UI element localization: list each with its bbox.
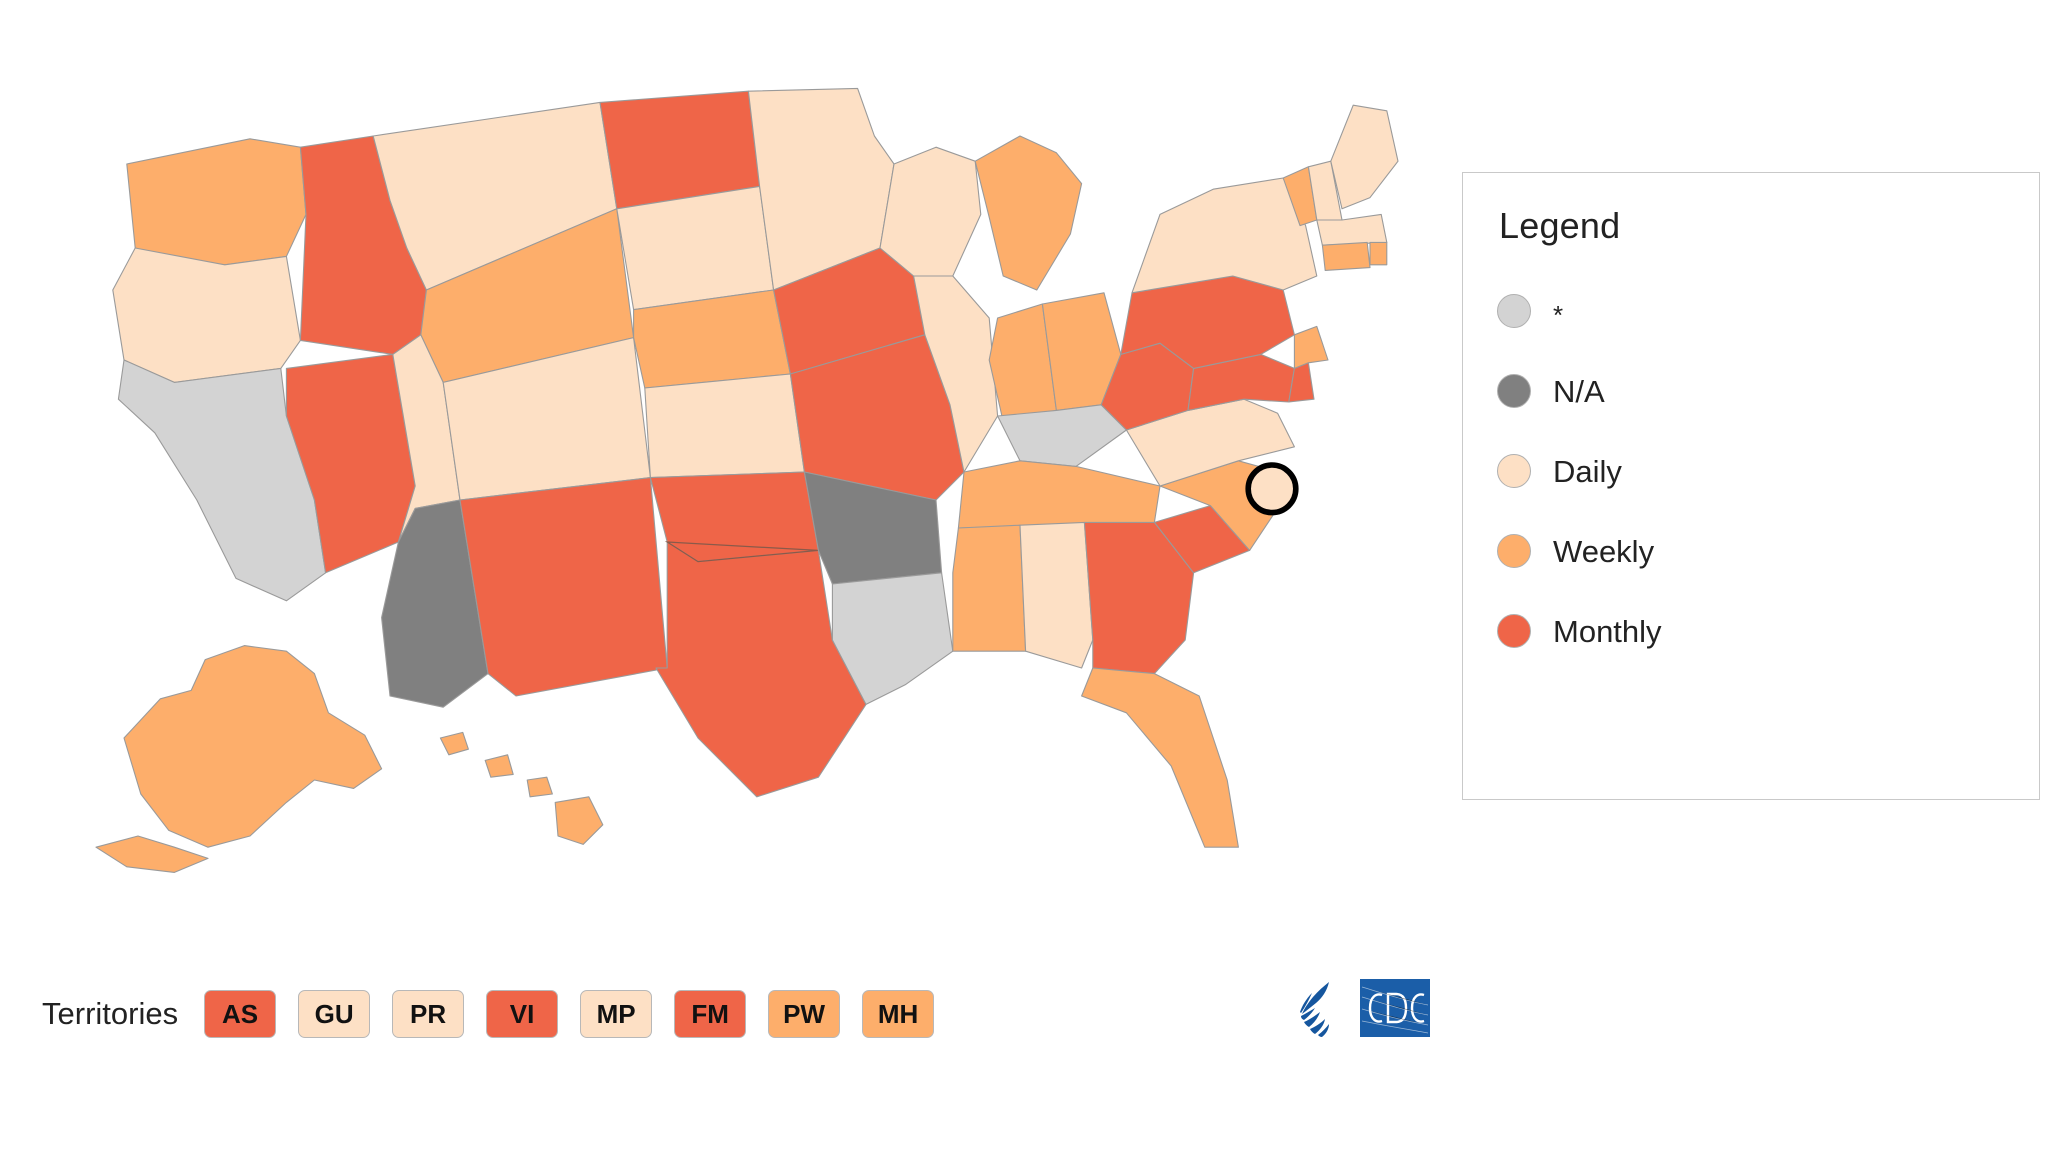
legend-item-list: * N/A Daily Weekly Monthly — [1497, 271, 2029, 671]
territory-code: AS — [222, 998, 259, 1029]
state-AL[interactable] — [1020, 522, 1093, 668]
state-FL[interactable] — [1082, 668, 1239, 847]
legend-label-monthly: Monthly — [1553, 613, 1662, 649]
territory-code: VI — [509, 998, 535, 1029]
territory-code: MH — [877, 998, 919, 1029]
legend-item-daily[interactable]: Daily — [1497, 431, 2029, 511]
cdc-wordmark-logo — [1360, 979, 1430, 1037]
legend-panel: Legend * N/A Daily Weekly Monthly — [1462, 172, 2040, 800]
us-map-svg[interactable] — [40, 80, 1440, 920]
state-HI-2[interactable] — [485, 755, 513, 777]
legend-swatch-na — [1497, 374, 1531, 408]
legend-item-weekly[interactable]: Weekly — [1497, 511, 2029, 591]
state-HI-4[interactable] — [555, 797, 603, 845]
territory-chip-mh[interactable]: MH — [862, 990, 935, 1038]
legend-swatch-monthly — [1497, 614, 1531, 648]
legend-label-na: N/A — [1553, 373, 1605, 409]
territories-row: Territories AS GU PR VI MP FM PW MH — [42, 990, 956, 1038]
cdc-logo — [1288, 978, 1430, 1038]
legend-label-daily: Daily — [1553, 453, 1622, 489]
state-AK-aleutians[interactable] — [96, 836, 208, 872]
territory-chip-mp[interactable]: MP — [580, 990, 653, 1038]
legend-swatch-daily — [1497, 454, 1531, 488]
selected-location-marker[interactable] — [1245, 462, 1299, 516]
state-KS[interactable] — [645, 374, 805, 478]
state-HI-3[interactable] — [527, 777, 552, 797]
territory-chip-vi[interactable]: VI — [486, 990, 559, 1038]
state-AK[interactable] — [124, 646, 382, 848]
state-NJ[interactable] — [1294, 326, 1328, 368]
territory-chip-as[interactable]: AS — [204, 990, 277, 1038]
state-NM[interactable] — [460, 478, 667, 696]
state-MS[interactable] — [953, 525, 1026, 651]
state-KY[interactable] — [998, 405, 1127, 467]
territory-code: MP — [596, 998, 636, 1029]
hhs-eagle-icon — [1300, 982, 1329, 1037]
state-TN[interactable] — [958, 461, 1160, 528]
state-CT[interactable] — [1322, 242, 1370, 270]
state-WI[interactable] — [880, 147, 981, 276]
territory-chip-pw[interactable]: PW — [768, 990, 841, 1038]
territory-code: GU — [314, 998, 354, 1029]
legend-item-na[interactable]: N/A — [1497, 351, 2029, 431]
state-OR[interactable] — [113, 248, 301, 382]
state-RI[interactable] — [1370, 242, 1387, 264]
state-MI[interactable] — [975, 136, 1081, 290]
territories-label: Territories — [42, 996, 179, 1031]
territory-chip-gu[interactable]: GU — [298, 990, 371, 1038]
state-HI[interactable] — [440, 732, 468, 754]
territory-code: FM — [691, 998, 729, 1029]
territory-code: PW — [783, 998, 826, 1029]
legend-label-weekly: Weekly — [1553, 533, 1655, 569]
us-choropleth-map[interactable] — [40, 80, 1440, 920]
map-page: Legend * N/A Daily Weekly Monthly Territ… — [0, 0, 2048, 1152]
legend-title: Legend — [1499, 205, 1621, 246]
legend-item-monthly[interactable]: Monthly — [1497, 591, 2029, 671]
legend-item-star[interactable]: * — [1497, 271, 2029, 351]
territory-code: PR — [410, 998, 447, 1029]
legend-swatch-weekly — [1497, 534, 1531, 568]
territory-chip-fm[interactable]: FM — [674, 990, 747, 1038]
legend-label-star: * — [1553, 300, 1564, 330]
state-ME[interactable] — [1331, 105, 1398, 209]
state-WA[interactable] — [127, 139, 306, 265]
legend-swatch-star — [1497, 294, 1531, 328]
state-SD[interactable] — [617, 186, 774, 309]
territory-chip-pr[interactable]: PR — [392, 990, 465, 1038]
